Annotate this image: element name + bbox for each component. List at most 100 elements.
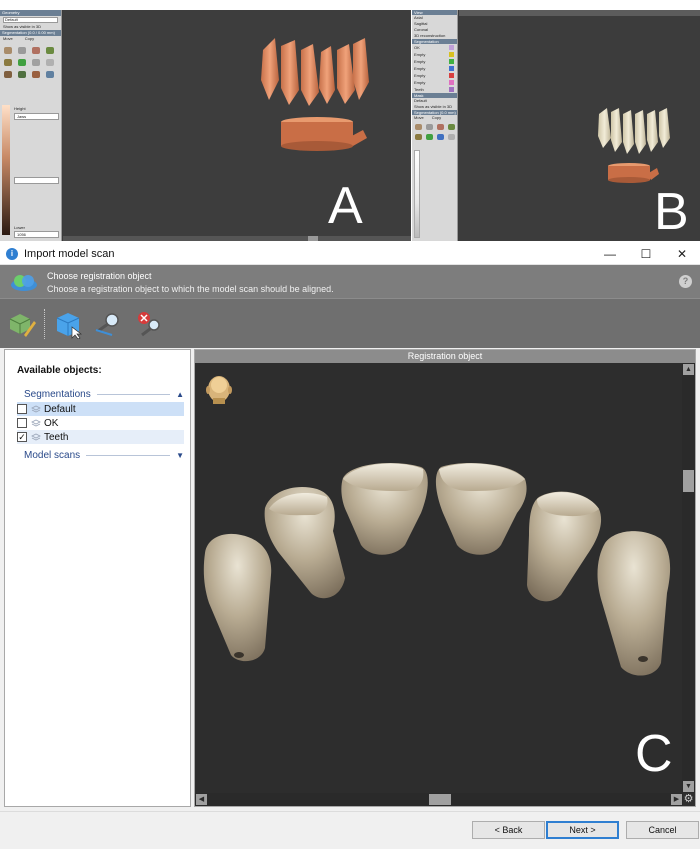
tool-icon[interactable] (448, 134, 455, 140)
tool-icon[interactable] (32, 59, 40, 66)
registration-3d-viewport[interactable]: C (195, 363, 683, 793)
panel-b-segment-label: OK (414, 45, 420, 50)
registration-object-title: Registration object (195, 350, 695, 363)
segment-color-swatch (449, 45, 454, 50)
hscroll-thumb[interactable] (429, 794, 451, 805)
step-banner: Choose registration object Choose a regi… (0, 265, 700, 298)
panel-a-lower-field[interactable]: 1056 (14, 231, 59, 238)
tool-icon[interactable] (437, 124, 444, 130)
object-checkbox[interactable] (17, 404, 27, 414)
tool-icon[interactable] (46, 47, 54, 54)
tool-icon[interactable] (46, 71, 54, 78)
tool-icon[interactable] (426, 134, 433, 140)
tool-icon[interactable] (4, 59, 12, 66)
tool-icon[interactable] (46, 59, 54, 66)
minimize-button[interactable]: — (592, 243, 628, 265)
scroll-down-icon[interactable]: ▼ (683, 781, 694, 792)
panel-b: View Axial Sagittal Coronal 3D reconstru… (412, 10, 700, 241)
panel-b-mode-move[interactable]: Move (414, 115, 424, 121)
edit-object-icon[interactable] (6, 309, 36, 339)
figure-root: Geometry Default Show as visible in 3D S… (0, 0, 700, 849)
available-objects-panel: Available objects: Segmentations ▲ Defau… (4, 349, 191, 807)
panel-b-segment-row[interactable]: Empty (412, 51, 457, 58)
panel-a-mode-move[interactable]: Move (3, 36, 13, 42)
tool-icon[interactable] (415, 124, 422, 130)
registration-hscroll[interactable]: ◀ ▶ (195, 793, 683, 806)
tooth-shape (264, 487, 345, 599)
object-item-ok[interactable]: OK (17, 416, 184, 430)
tool-icon[interactable] (4, 71, 12, 78)
tool-icon[interactable] (18, 47, 26, 54)
zoom-object-icon[interactable] (94, 309, 124, 339)
window-title: Import model scan (24, 247, 115, 260)
dialog-footer: < Back Next > Cancel (0, 811, 700, 849)
segment-color-swatch (449, 52, 454, 57)
panel-b-segment-row[interactable]: Teeth (412, 86, 457, 93)
panel-b-segment-row[interactable]: Empty (412, 58, 457, 65)
panel-b-segment-row[interactable]: Empty (412, 65, 457, 72)
object-label: OK (44, 417, 59, 429)
next-button[interactable]: Next > (546, 821, 619, 839)
import-model-scan-dialog: i Import model scan — ☐ ✕ Choose registr… (0, 243, 700, 849)
registration-vscroll[interactable]: ▲ ▼ (682, 363, 695, 793)
remove-object-icon[interactable] (134, 309, 164, 339)
panel-b-segment-row[interactable]: OK (412, 44, 457, 51)
chevron-up-icon[interactable]: ▲ (176, 390, 184, 399)
object-checkbox[interactable] (17, 418, 27, 428)
help-icon[interactable]: ? (679, 275, 692, 288)
group-segmentations[interactable]: Segmentations ▲ (24, 387, 184, 401)
teeth-shape (598, 108, 670, 154)
panel-b-segment-row[interactable]: Empty (412, 72, 457, 79)
panel-b-letter: B (654, 183, 689, 241)
group-divider (86, 454, 171, 456)
chevron-down-icon[interactable]: ▼ (176, 451, 184, 460)
tool-icon[interactable] (18, 71, 26, 78)
maximize-button[interactable]: ☐ (628, 243, 664, 265)
panel-b-segment-row[interactable]: Empty (412, 79, 457, 86)
panel-a-letter: A (328, 177, 363, 235)
panel-a-hscroll[interactable] (63, 236, 411, 241)
panel-a-lower-label: Lower (14, 225, 25, 230)
panel-a-tool-grid (0, 42, 61, 83)
panel-b-mode-copy[interactable]: Copy (432, 115, 441, 121)
back-button[interactable]: < Back (472, 821, 545, 839)
model-base-shape (608, 163, 659, 183)
tool-icon[interactable] (415, 134, 422, 140)
tool-icon[interactable] (437, 134, 444, 140)
object-item-default[interactable]: Default (17, 402, 184, 416)
panel-b-tool-grid (412, 121, 457, 143)
dialog-content: Available objects: Segmentations ▲ Defau… (0, 349, 700, 809)
vscroll-thumb[interactable] (683, 470, 694, 492)
group-label: Segmentations (24, 388, 91, 400)
tool-icon[interactable] (426, 124, 433, 130)
group-label: Model scans (24, 449, 81, 461)
panel-a-hscroll-thumb[interactable] (308, 236, 318, 241)
object-item-teeth[interactable]: ✓ Teeth (17, 430, 184, 444)
object-checkbox[interactable]: ✓ (17, 432, 27, 442)
panel-a-height-field[interactable]: Jaws (14, 113, 59, 120)
tool-icon[interactable] (18, 59, 26, 66)
window-controls: — ☐ ✕ (592, 243, 700, 265)
scroll-right-icon[interactable]: ▶ (671, 794, 682, 805)
cancel-button[interactable]: Cancel (626, 821, 699, 839)
object-label: Teeth (44, 431, 69, 443)
tool-icon[interactable] (32, 47, 40, 54)
segmentation-layer-icon (31, 405, 41, 413)
close-button[interactable]: ✕ (664, 243, 700, 265)
segment-color-swatch (449, 59, 454, 64)
scroll-left-icon[interactable]: ◀ (196, 794, 207, 805)
panel-b-range-slider[interactable] (414, 150, 420, 238)
gear-icon[interactable]: ⚙ (683, 794, 694, 805)
scroll-up-icon[interactable]: ▲ (683, 364, 694, 375)
select-object-icon[interactable] (54, 309, 84, 339)
panel-a-dropdown[interactable]: Default (3, 17, 58, 23)
orientation-head-icon[interactable] (206, 376, 232, 404)
panel-a: Geometry Default Show as visible in 3D S… (0, 10, 411, 241)
panel-a-mode-copy[interactable]: Copy (25, 36, 34, 42)
panel-a-empty-dropdown[interactable] (14, 177, 59, 184)
group-model-scans[interactable]: Model scans ▼ (24, 448, 184, 462)
tool-icon[interactable] (4, 47, 12, 54)
panel-b-segment-label: Empty (414, 80, 426, 85)
tool-icon[interactable] (32, 71, 40, 78)
tool-icon[interactable] (448, 124, 455, 130)
